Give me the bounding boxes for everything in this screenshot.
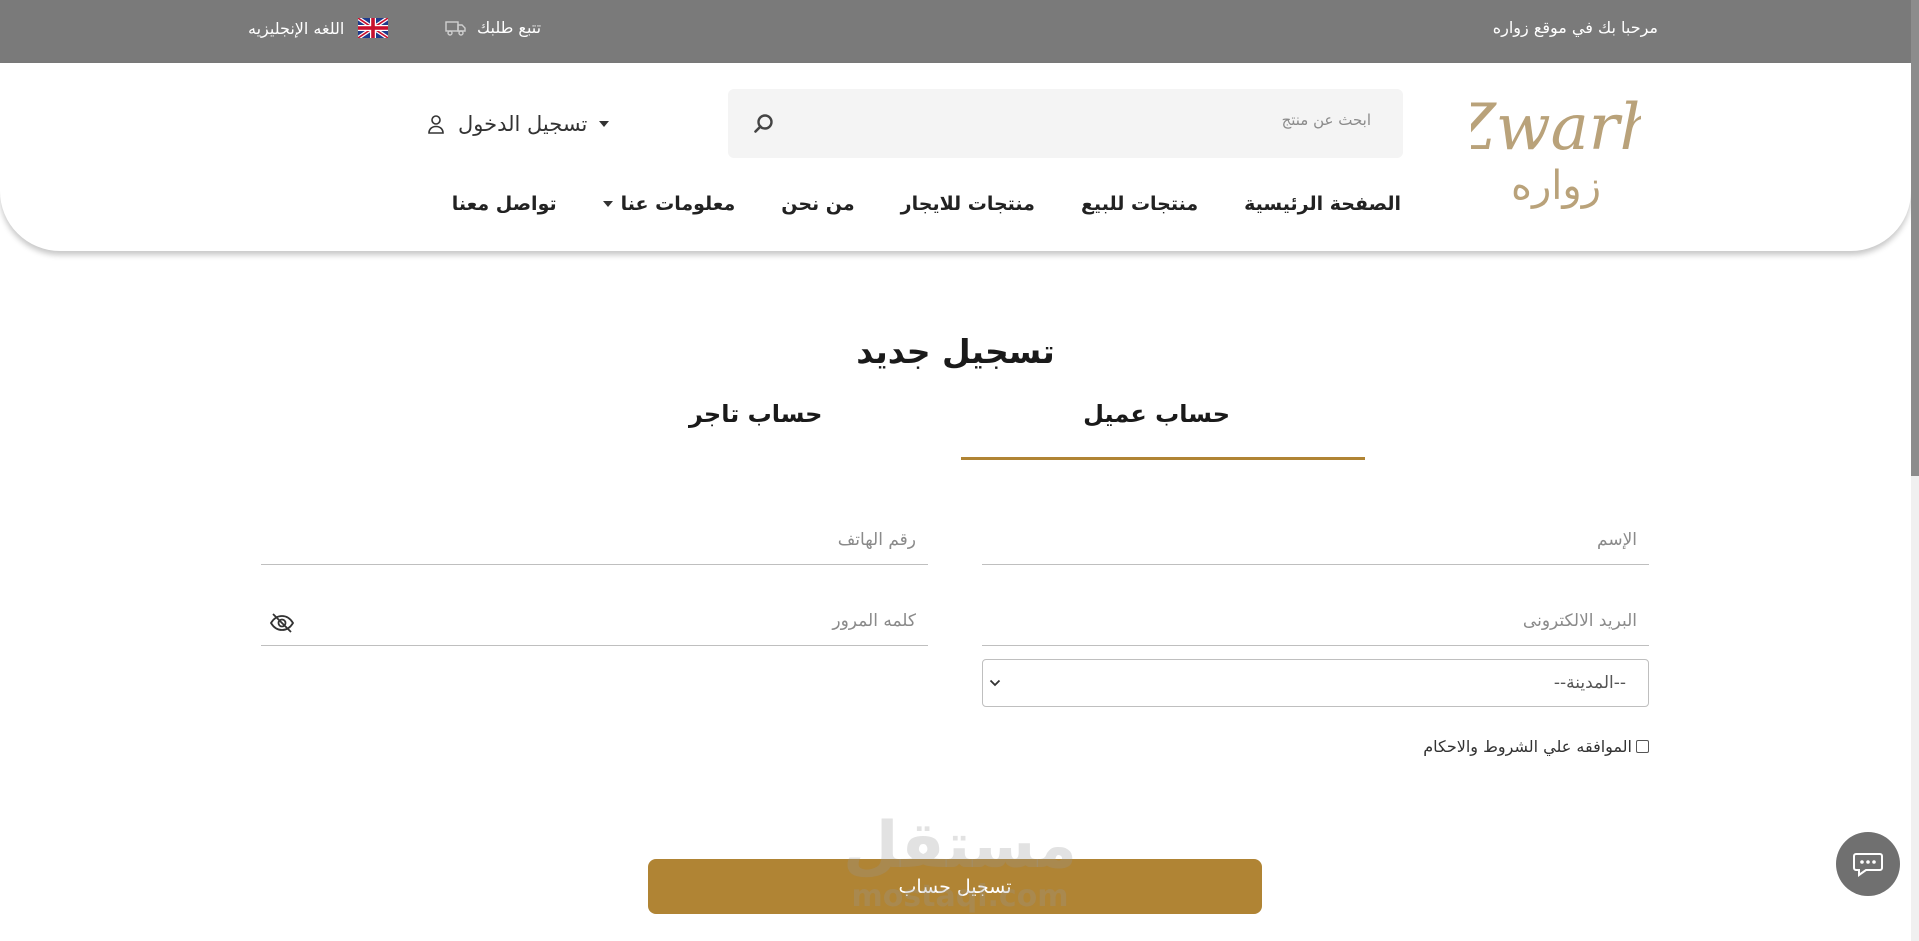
nav-info-dropdown[interactable]: معلومات عنا xyxy=(602,193,736,215)
nav-products-sale[interactable]: منتجات للبيع xyxy=(1081,193,1198,215)
svg-text:زواره: زواره xyxy=(1511,163,1601,209)
city-select[interactable]: --المدينة-- xyxy=(982,659,1649,707)
scrollbar-thumb[interactable] xyxy=(1911,0,1919,476)
page-title: تسجيل جديد xyxy=(856,332,1055,371)
caret-down-icon xyxy=(602,201,613,207)
name-input[interactable] xyxy=(982,515,1649,564)
terms-agreement: الموافقه علي الشروط والاحكام xyxy=(1423,737,1649,756)
eye-off-icon[interactable] xyxy=(269,612,295,634)
terms-label: الموافقه علي الشروط والاحكام xyxy=(1423,737,1632,756)
chevron-down-icon xyxy=(989,679,1001,687)
search-icon[interactable] xyxy=(752,112,776,136)
password-field xyxy=(261,596,928,646)
tab-merchant-account[interactable]: حساب تاجر xyxy=(689,400,822,428)
nav-products-sale-label: منتجات للبيع xyxy=(1080,193,1199,215)
truck-icon xyxy=(445,20,466,36)
language-switch[interactable]: اللغه الإنجليزيه xyxy=(248,18,389,38)
terms-checkbox[interactable] xyxy=(1636,740,1649,753)
page-scrollbar[interactable] xyxy=(1911,0,1919,941)
search-input[interactable] xyxy=(811,111,1371,129)
logo-mark: Zwarh زواره xyxy=(1449,91,1660,209)
active-tab-indicator xyxy=(961,457,1365,460)
name-field xyxy=(982,515,1649,565)
city-select-value: --المدينة-- xyxy=(1553,673,1626,693)
nav-info-label: معلومات عنا xyxy=(620,193,736,215)
site-logo[interactable]: Zwarh زواره xyxy=(1449,91,1660,211)
welcome-text: مرحبا بك في موقع زواره xyxy=(1492,18,1658,37)
email-field xyxy=(982,596,1649,646)
email-input[interactable] xyxy=(982,596,1649,645)
register-button[interactable]: تسجيل حساب xyxy=(648,859,1262,914)
site-header: Zwarh زواره تسجيل الدخول الصفحة الرئيسية… xyxy=(0,63,1911,251)
nav-home-label: الصفحة الرئيسية xyxy=(1244,193,1401,215)
phone-field xyxy=(261,515,928,565)
svg-text:Zwarh: Zwarh xyxy=(1471,91,1641,165)
language-label: اللغه الإنجليزيه xyxy=(248,18,345,38)
caret-down-icon xyxy=(599,121,610,127)
phone-input[interactable] xyxy=(261,515,928,564)
main-nav: الصفحة الرئيسية منتجات للبيع منتجات للاي… xyxy=(452,193,1401,215)
nav-products-rent[interactable]: منتجات للايجار xyxy=(901,193,1035,215)
tab-client-account[interactable]: حساب عميل xyxy=(1083,400,1230,428)
top-bar: مرحبا بك في موقع زواره تتبع طلبك اللغه ا… xyxy=(0,0,1911,63)
nav-about[interactable]: من نحن xyxy=(781,193,854,215)
login-menu[interactable]: تسجيل الدخول xyxy=(412,112,610,136)
nav-contact[interactable]: تواصل معنا xyxy=(452,193,557,215)
nav-home[interactable]: الصفحة الرئيسية xyxy=(1244,193,1401,215)
nav-products-rent-label: منتجات للايجار xyxy=(900,193,1035,215)
chat-button[interactable] xyxy=(1836,832,1900,896)
track-order-label: تتبع طلبك xyxy=(477,18,542,37)
login-label: تسجيل الدخول xyxy=(458,112,588,136)
nav-contact-label: تواصل معنا xyxy=(451,193,557,215)
password-input[interactable] xyxy=(261,596,928,645)
uk-flag-icon xyxy=(358,18,389,38)
nav-about-label: من نحن xyxy=(781,193,855,215)
user-icon xyxy=(428,115,444,134)
track-order-link[interactable]: تتبع طلبك xyxy=(445,18,541,37)
search-box[interactable] xyxy=(728,89,1403,158)
chat-icon xyxy=(1853,853,1883,877)
